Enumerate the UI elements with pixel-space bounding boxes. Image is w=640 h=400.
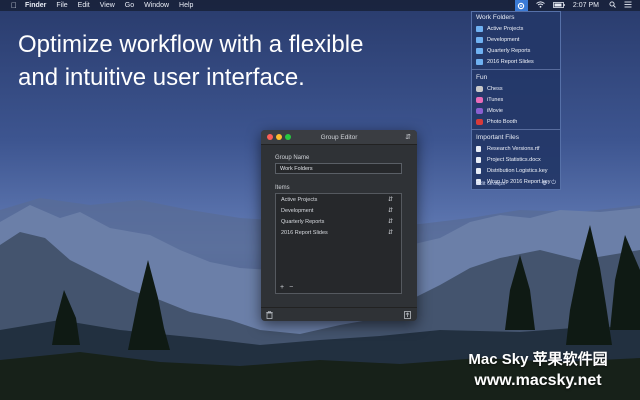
headline-line-2: and intuitive user interface. <box>18 64 305 91</box>
dropdown-footer: Edit Groups ⚙ ⏻ <box>472 178 560 189</box>
trash-icon[interactable] <box>266 311 273 321</box>
folder-icon <box>476 25 483 32</box>
menu-separator <box>472 69 560 70</box>
export-icon[interactable] <box>404 311 411 321</box>
battery-icon[interactable] <box>553 1 565 10</box>
menu-entry[interactable]: Research Versions.rtf <box>472 143 560 154</box>
menu-entry-label: Project Statistics.docx <box>487 156 541 163</box>
watermark-line-2: www.macsky.net <box>474 372 602 389</box>
marketing-headline: Optimize workflow with a flexible and in… <box>18 28 438 94</box>
menu-help[interactable]: Help <box>179 2 193 9</box>
reorder-stepper-icon[interactable]: ⇵ <box>388 229 393 236</box>
zoom-button[interactable] <box>285 134 291 140</box>
reorder-stepper-icon[interactable]: ⇵ <box>388 218 393 225</box>
list-item[interactable]: Quarterly Reports ⇵ <box>276 216 401 227</box>
menu-entry[interactable]: Distribution Logistics.key <box>472 165 560 176</box>
site-watermark: Mac Sky 苹果软件园 www.macsky.net <box>440 350 636 392</box>
menu-entry-label: Development <box>487 36 520 43</box>
menu-entry-label: Research Versions.rtf <box>487 145 540 152</box>
photobooth-app-icon <box>476 118 483 125</box>
items-list[interactable]: Active Projects ⇵ Development ⇵ Quarterly … <box>275 193 402 294</box>
menu-entry[interactable]: Development <box>472 34 560 45</box>
menu-edit[interactable]: Edit <box>78 2 90 9</box>
menu-entry[interactable]: Quarterly Reports <box>472 45 560 56</box>
menu-entry[interactable]: Photo Booth <box>472 116 560 127</box>
document-icon <box>476 167 481 174</box>
menu-go[interactable]: Go <box>125 2 134 9</box>
chess-app-icon <box>476 85 483 92</box>
menu-entry[interactable]: iTunes <box>472 94 560 105</box>
document-icon <box>476 156 481 163</box>
apple-menu-icon[interactable]:  <box>9 1 19 10</box>
section-header-important-files: Important Files <box>476 134 519 141</box>
menu-clock[interactable]: 2:07 PM <box>573 2 599 9</box>
menu-entry[interactable]: Project Statistics.docx <box>472 154 560 165</box>
wifi-icon[interactable] <box>536 1 545 10</box>
spotlight-search-icon[interactable] <box>609 1 616 10</box>
folder-icon <box>476 47 483 54</box>
menu-separator <box>472 129 560 130</box>
list-item-label: Active Projects <box>281 196 318 203</box>
menu-entry[interactable]: Active Projects <box>472 23 560 34</box>
group-selector-stepper-icon[interactable]: ⇵ <box>405 133 411 141</box>
add-item-icon[interactable]: + <box>280 284 284 291</box>
list-item[interactable]: Active Projects ⇵ <box>276 194 401 205</box>
list-controls: + − <box>280 284 293 291</box>
minimize-button[interactable] <box>276 134 282 140</box>
menu-entry[interactable]: 2016 Report Slides <box>472 56 560 67</box>
menu-entry[interactable]: iMovie <box>472 105 560 116</box>
window-titlebar[interactable]: Group Editor ⇵ <box>261 130 417 145</box>
list-item-label: Quarterly Reports <box>281 218 325 225</box>
window-bottom-bar <box>261 307 417 321</box>
imovie-app-icon <box>476 107 483 114</box>
itunes-app-icon <box>476 96 483 103</box>
menu-entry-label: 2016 Report Slides <box>487 58 534 65</box>
reorder-stepper-icon[interactable]: ⇵ <box>388 196 393 203</box>
power-icon[interactable]: ⏻ <box>551 180 556 187</box>
group-name-input[interactable] <box>275 163 402 174</box>
list-item-label: 2016 Report Slides <box>281 229 328 236</box>
section-header-work-folders: Work Folders <box>476 14 515 21</box>
group-editor-window: Group Editor ⇵ Group Name Items Active P… <box>261 130 417 321</box>
menu-file[interactable]: File <box>56 2 67 9</box>
menu-entry-label: Chess <box>487 85 503 92</box>
menu-entry-label: Quarterly Reports <box>487 47 531 54</box>
items-label: Items <box>275 185 290 191</box>
folder-icon <box>476 58 483 65</box>
menu-app-name[interactable]: Finder <box>25 2 46 9</box>
status-area: 2:07 PM <box>514 0 640 11</box>
menu-view[interactable]: View <box>100 2 115 9</box>
groups-dropdown-menu: Work Folders Active Projects Development… <box>471 11 561 190</box>
menu-window[interactable]: Window <box>144 2 169 9</box>
menu-bar:  Finder File Edit View Go Window Help 2… <box>0 0 640 11</box>
menu-entry-label: iTunes <box>487 96 504 103</box>
close-button[interactable] <box>267 134 273 140</box>
folder-icon <box>476 36 483 43</box>
menu-entry-label: Distribution Logistics.key <box>487 167 548 174</box>
list-item[interactable]: 2016 Report Slides ⇵ <box>276 227 401 238</box>
menu-entry[interactable]: Chess <box>472 83 560 94</box>
reorder-stepper-icon[interactable]: ⇵ <box>388 207 393 214</box>
settings-icon[interactable]: ⚙ <box>542 180 547 187</box>
group-name-label: Group Name <box>275 155 310 161</box>
section-header-fun: Fun <box>476 74 488 81</box>
list-item[interactable]: Development ⇵ <box>276 205 401 216</box>
list-item-label: Development <box>281 207 314 214</box>
headline-line-1: Optimize workflow with a flexible <box>18 31 364 58</box>
watermark-line-1: Mac Sky 苹果软件园 <box>468 351 608 368</box>
remove-item-icon[interactable]: − <box>289 284 293 291</box>
menu-entry-label: Photo Booth <box>487 118 518 125</box>
document-icon <box>476 145 481 152</box>
menu-entry-label: iMovie <box>487 107 503 114</box>
notification-list-icon[interactable] <box>624 1 632 10</box>
edit-groups-button[interactable]: Edit Groups <box>476 181 505 187</box>
menu-entry-label: Active Projects <box>487 25 524 32</box>
gear-icon[interactable] <box>514 0 528 11</box>
